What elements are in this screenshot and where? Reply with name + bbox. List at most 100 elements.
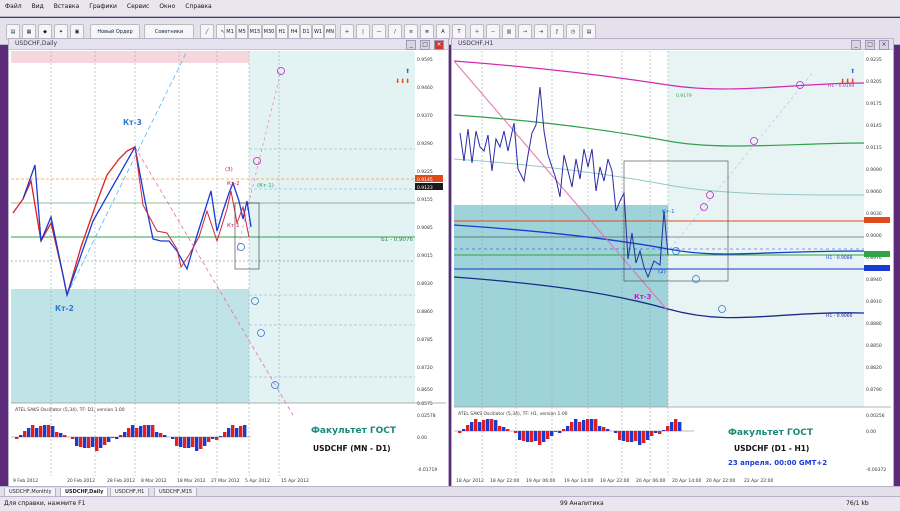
- svg-text:15 Apr 2012: 15 Apr 2012: [281, 478, 309, 484]
- right-future-band: [668, 51, 864, 407]
- oscillator-bar: [598, 426, 602, 431]
- oscillator-bar: [654, 431, 658, 433]
- svg-text:0.8860: 0.8860: [417, 309, 433, 315]
- oscillator-bar: [207, 437, 211, 442]
- oscillator-bar: [602, 427, 606, 431]
- oscillator-bar: [39, 426, 43, 437]
- kt1-paren-label: (Кт-1): [257, 183, 274, 189]
- left-instrument-label: USDCHF (MN - D1): [313, 444, 391, 453]
- menu-insert[interactable]: Вставка: [54, 3, 79, 10]
- oscillator-bar: [219, 436, 223, 437]
- svg-text:20 Feb 2012: 20 Feb 2012: [67, 478, 95, 484]
- right-oscillator-bars: [458, 419, 682, 445]
- oscillator-bar: [574, 419, 578, 431]
- svg-text:0.9090: 0.9090: [866, 167, 882, 173]
- svg-text:19 Apr 22:00: 19 Apr 22:00: [600, 478, 629, 484]
- level-179-label: 0.9179: [676, 93, 692, 99]
- oscillator-bar: [542, 431, 546, 442]
- left-osc-title: ATEL SAKS Oscillator (5,34), TF: D1, ver…: [15, 407, 125, 413]
- maximize-icon[interactable]: □: [865, 40, 876, 50]
- oscillator-bar: [498, 426, 502, 431]
- right-chart-window: USDCHF,H1 _ □ × ⬆ ⬇⬇⬇ Кт-1 Кт-3 (2) H1 -…: [451, 38, 894, 488]
- oscillator-bar: [466, 425, 470, 431]
- svg-text:0.8820: 0.8820: [866, 365, 882, 371]
- left-chart-svg[interactable]: ⬆ ⬇⬇⬇ Кт-3 Кт-2 Кт-2 Кт-1 (Кт-1) (3) Б1 …: [11, 50, 446, 485]
- oscillator-bar: [582, 420, 586, 431]
- oscillator-bar: [534, 431, 538, 441]
- oscillator-bar: [119, 435, 123, 437]
- oscillator-bar: [63, 435, 67, 437]
- left-price-marker-1-text: 0.9145: [417, 177, 433, 183]
- oscillator-bar: [199, 437, 203, 449]
- kt2-paren-label: (2): [658, 269, 666, 275]
- oscillator-bar: [662, 430, 666, 431]
- oscillator-bar: [139, 426, 143, 437]
- oscillator-bar: [470, 422, 474, 431]
- right-price-axis: [864, 51, 891, 476]
- right-price-marker-red: [864, 217, 890, 223]
- menu-file[interactable]: Файл: [5, 3, 22, 10]
- svg-text:0.8720: 0.8720: [417, 365, 433, 371]
- svg-text:0.00: 0.00: [866, 429, 876, 435]
- svg-text:0.9225: 0.9225: [417, 169, 433, 175]
- left-date-ticks: 9 Feb 2012 20 Feb 2012 28 Feb 2012 8 Mar…: [13, 478, 309, 484]
- menu-view[interactable]: Вид: [32, 3, 44, 10]
- oscillator-bar: [622, 431, 626, 441]
- oscillator-bar: [638, 431, 642, 445]
- menu-tools[interactable]: Сервис: [127, 3, 149, 10]
- status-right-text: 76/1 kb: [846, 500, 869, 507]
- oscillator-bar: [23, 431, 27, 437]
- svg-text:0.00: 0.00: [417, 435, 427, 441]
- oscillator-bar: [151, 425, 155, 437]
- svg-text:0.9595: 0.9595: [417, 57, 433, 63]
- oscillator-bar: [83, 437, 87, 448]
- oscillator-bar: [79, 437, 83, 447]
- svg-text:19 Apr 06:00: 19 Apr 06:00: [526, 478, 555, 484]
- oscillator-bar: [59, 433, 63, 437]
- kt1-label: Кт-1: [662, 209, 675, 215]
- minimize-icon[interactable]: _: [406, 40, 417, 50]
- oscillator-bar: [131, 425, 135, 437]
- right-date-note: 23 апреля. 00:00 GMT+2: [728, 459, 827, 467]
- left-chart-area[interactable]: ⬆ ⬇⬇⬇ Кт-3 Кт-2 Кт-2 Кт-1 (Кт-1) (3) Б1 …: [11, 50, 446, 485]
- maximize-icon[interactable]: □: [420, 40, 431, 50]
- oscillator-bar: [578, 422, 582, 431]
- svg-text:0.9370: 0.9370: [417, 113, 433, 119]
- oscillator-bar: [35, 428, 39, 437]
- level-right-label: Б1 - 0.9076: [381, 237, 413, 243]
- svg-text:0.9015: 0.9015: [417, 253, 433, 259]
- oscillator-bar: [678, 422, 682, 431]
- oscillator-bar: [490, 419, 494, 431]
- oscillator-bar: [566, 426, 570, 431]
- oscillator-bar: [530, 431, 534, 442]
- oscillator-bar: [171, 437, 175, 439]
- svg-text:0.8880: 0.8880: [866, 321, 882, 327]
- right-chart-area[interactable]: ⬆ ⬇⬇⬇ Кт-1 Кт-3 (2) H1 - 0.9194 H1 - 0.9…: [453, 51, 891, 485]
- right-window-titlebar: USDCHF,H1 _ □ ×: [452, 39, 893, 50]
- oscillator-bar: [211, 437, 215, 439]
- close-icon[interactable]: ×: [879, 40, 889, 50]
- minimize-icon[interactable]: _: [851, 40, 862, 50]
- oscillator-bar: [518, 431, 522, 440]
- oscillator-bar: [31, 425, 35, 437]
- svg-text:0.8790: 0.8790: [866, 387, 882, 393]
- oscillator-bar: [658, 431, 662, 434]
- menu-charts[interactable]: Графики: [89, 3, 117, 10]
- status-help-text: Для справки, нажмите F1: [4, 500, 86, 507]
- kt2-right-label: Кт-2: [227, 181, 240, 187]
- oscillator-bar: [243, 425, 247, 437]
- oscillator-bar: [123, 432, 127, 437]
- menu-window[interactable]: Окно: [159, 3, 175, 10]
- right-chart-svg[interactable]: ⬆ ⬇⬇⬇ Кт-1 Кт-3 (2) H1 - 0.9194 H1 - 0.9…: [453, 51, 891, 485]
- oscillator-bar: [634, 431, 638, 441]
- oscillator-bar: [179, 437, 183, 447]
- kt3-label: Кт-3: [634, 293, 652, 301]
- svg-text:9 Feb 2012: 9 Feb 2012: [13, 478, 38, 484]
- menu-help[interactable]: Справка: [185, 3, 211, 10]
- oscillator-bar: [674, 419, 678, 431]
- oscillator-bar: [159, 433, 163, 437]
- oscillator-bar: [235, 428, 239, 437]
- oscillator-bar: [135, 428, 139, 437]
- svg-text:0.8940: 0.8940: [866, 277, 882, 283]
- close-icon[interactable]: ×: [434, 40, 444, 50]
